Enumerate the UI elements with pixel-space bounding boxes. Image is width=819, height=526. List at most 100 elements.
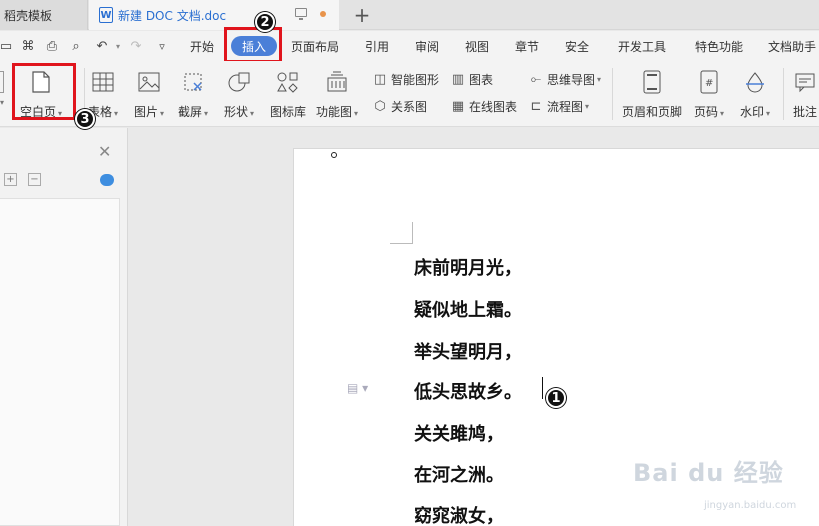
picture-button[interactable]: 图片 ▾	[134, 69, 164, 120]
print-icon[interactable]: ⎙	[44, 38, 60, 54]
new-tab-button[interactable]: +	[348, 1, 376, 29]
menu-page-layout[interactable]: 页面布局	[291, 38, 339, 55]
tab-template[interactable]: 稻壳模板	[0, 0, 88, 30]
menu-reference[interactable]: 引用	[365, 38, 389, 55]
undo-icon[interactable]: ↶	[94, 38, 110, 54]
poem-line[interactable]: 关关雎鸠，	[414, 420, 504, 446]
menu-doc-assistant[interactable]: 文档助手	[768, 38, 816, 55]
header-footer-label: 页眉和页脚	[622, 105, 683, 119]
collapse-icon[interactable]: −	[28, 173, 41, 186]
cover-page-icon[interactable]	[0, 71, 4, 93]
ribbon-divider	[612, 68, 613, 120]
smart-shape-button[interactable]: ◫ 智能图形	[372, 71, 439, 88]
menu-developer[interactable]: 开发工具	[618, 38, 666, 55]
poem-line[interactable]: 疑似地上霜。	[414, 296, 522, 322]
picture-dropdown-icon: ▾	[160, 109, 165, 118]
screenshot-dropdown-icon: ▾	[204, 109, 209, 118]
tab-document[interactable]: W 新建 DOC 文档.doc	[89, 0, 339, 30]
menu-security[interactable]: 安全	[565, 38, 589, 55]
watermark-label: 水印	[740, 105, 765, 119]
comment-icon	[792, 69, 818, 95]
icon-library-button[interactable]: 图标库	[270, 69, 306, 120]
shape-button[interactable]: 形状 ▾	[224, 69, 254, 120]
bar-chart-icon: ▥	[451, 72, 465, 87]
relation-map-button[interactable]: ⬡ 关系图	[372, 98, 427, 115]
mind-map-button[interactable]: ⟜ 思维导图 ▾	[528, 71, 601, 88]
picture-icon	[136, 69, 162, 95]
highlight-box-blank-page	[12, 63, 76, 120]
function-chart-dropdown-icon: ▾	[354, 109, 359, 118]
flowchart-label: 流程图	[547, 100, 584, 114]
poem-line[interactable]: 低头思故乡。	[414, 378, 522, 404]
menu-section[interactable]: 章节	[515, 38, 539, 55]
online-chart-label: 在线图表	[469, 100, 518, 114]
watermark-url: jingyan.baidu.com	[704, 500, 797, 511]
margin-corner-mark	[390, 222, 413, 244]
mind-map-dropdown-icon: ▾	[597, 75, 602, 84]
screenshot-label: 截屏	[178, 105, 203, 119]
screenshot-button[interactable]: 截屏 ▾	[178, 69, 208, 120]
svg-text:#: #	[705, 78, 713, 89]
chart-button[interactable]: ▥ 图表	[450, 71, 493, 88]
unsaved-dot-icon	[320, 11, 326, 17]
toggle-view-icon[interactable]	[100, 174, 114, 186]
highlight-box-insert	[224, 27, 282, 63]
table-icon	[90, 69, 116, 95]
watermark-dropdown-icon: ▾	[766, 109, 771, 118]
undo-dropdown-icon[interactable]: ▾	[110, 38, 126, 54]
anchor-icon	[331, 152, 337, 158]
cover-dropdown-icon[interactable]: ▾	[0, 98, 4, 107]
flowchart-dropdown-icon: ▾	[585, 102, 590, 111]
picture-label: 图片	[134, 105, 159, 119]
step-badge-1: 1	[546, 388, 566, 408]
function-chart-icon	[324, 69, 350, 95]
header-footer-button[interactable]: 页眉和页脚	[622, 69, 682, 120]
redo-icon[interactable]: ↷	[128, 38, 144, 54]
tab-document-label: 新建 DOC 文档.doc	[118, 8, 227, 23]
smart-shape-label: 智能图形	[391, 73, 440, 87]
step-badge-2: 2	[255, 12, 275, 32]
comment-label: 批注	[792, 105, 817, 119]
customize-toolbar-icon[interactable]: ▿	[154, 38, 170, 54]
menu-start[interactable]: 开始	[190, 38, 214, 55]
online-chart-button[interactable]: ▦ 在线图表	[450, 98, 517, 115]
step-badge-3: 3	[75, 109, 95, 129]
text-cursor	[542, 377, 543, 399]
menu-view[interactable]: 视图	[465, 38, 489, 55]
poem-line[interactable]: 窈窕淑女，	[414, 502, 504, 526]
watermark-button[interactable]: 水印 ▾	[740, 69, 770, 120]
flowchart-button[interactable]: ⊏ 流程图 ▾	[528, 98, 589, 115]
icon-library-label: 图标库	[270, 105, 307, 119]
save-icon[interactable]: ▭	[0, 38, 14, 54]
ribbon-divider	[783, 68, 784, 120]
poem-line[interactable]: 在河之洲。	[414, 461, 504, 487]
comment-button[interactable]: 批注	[792, 69, 818, 120]
menu-review[interactable]: 审阅	[415, 38, 439, 55]
flowchart-icon: ⊏	[530, 99, 542, 114]
poem-line[interactable]: 床前明月光，	[414, 254, 522, 280]
monitor-icon[interactable]	[295, 8, 307, 20]
function-chart-button[interactable]: 功能图 ▾	[316, 69, 358, 120]
page-number-dropdown-icon: ▾	[720, 109, 725, 118]
header-footer-icon	[639, 69, 665, 95]
print-preview-icon[interactable]: ⌕	[68, 38, 84, 54]
format-painter-icon[interactable]: ⌘	[20, 38, 36, 54]
word-doc-icon: W	[99, 7, 113, 23]
shape-label: 形状	[224, 105, 249, 119]
poem-line[interactable]: 举头望明月，	[414, 338, 522, 364]
navigation-pane: ✕ + −	[0, 128, 128, 526]
smart-shape-icon: ◫	[373, 72, 387, 87]
screenshot-icon	[180, 69, 206, 95]
table-dropdown-icon: ▾	[114, 109, 119, 118]
watermark-logo: Bai du 经验	[633, 459, 784, 487]
mind-map-icon: ⟜	[530, 72, 542, 87]
close-icon[interactable]: ✕	[98, 142, 111, 161]
page-number-icon: #	[696, 69, 722, 95]
page-number-button[interactable]: # 页码 ▾	[694, 69, 724, 120]
paragraph-handle-icon[interactable]: ▤ ▾	[347, 381, 368, 395]
watermark-icon	[742, 69, 768, 95]
menu-special-features[interactable]: 特色功能	[695, 38, 743, 55]
page-number-label: 页码	[694, 105, 719, 119]
expand-icon[interactable]: +	[4, 173, 17, 186]
online-chart-icon: ▦	[451, 99, 465, 114]
